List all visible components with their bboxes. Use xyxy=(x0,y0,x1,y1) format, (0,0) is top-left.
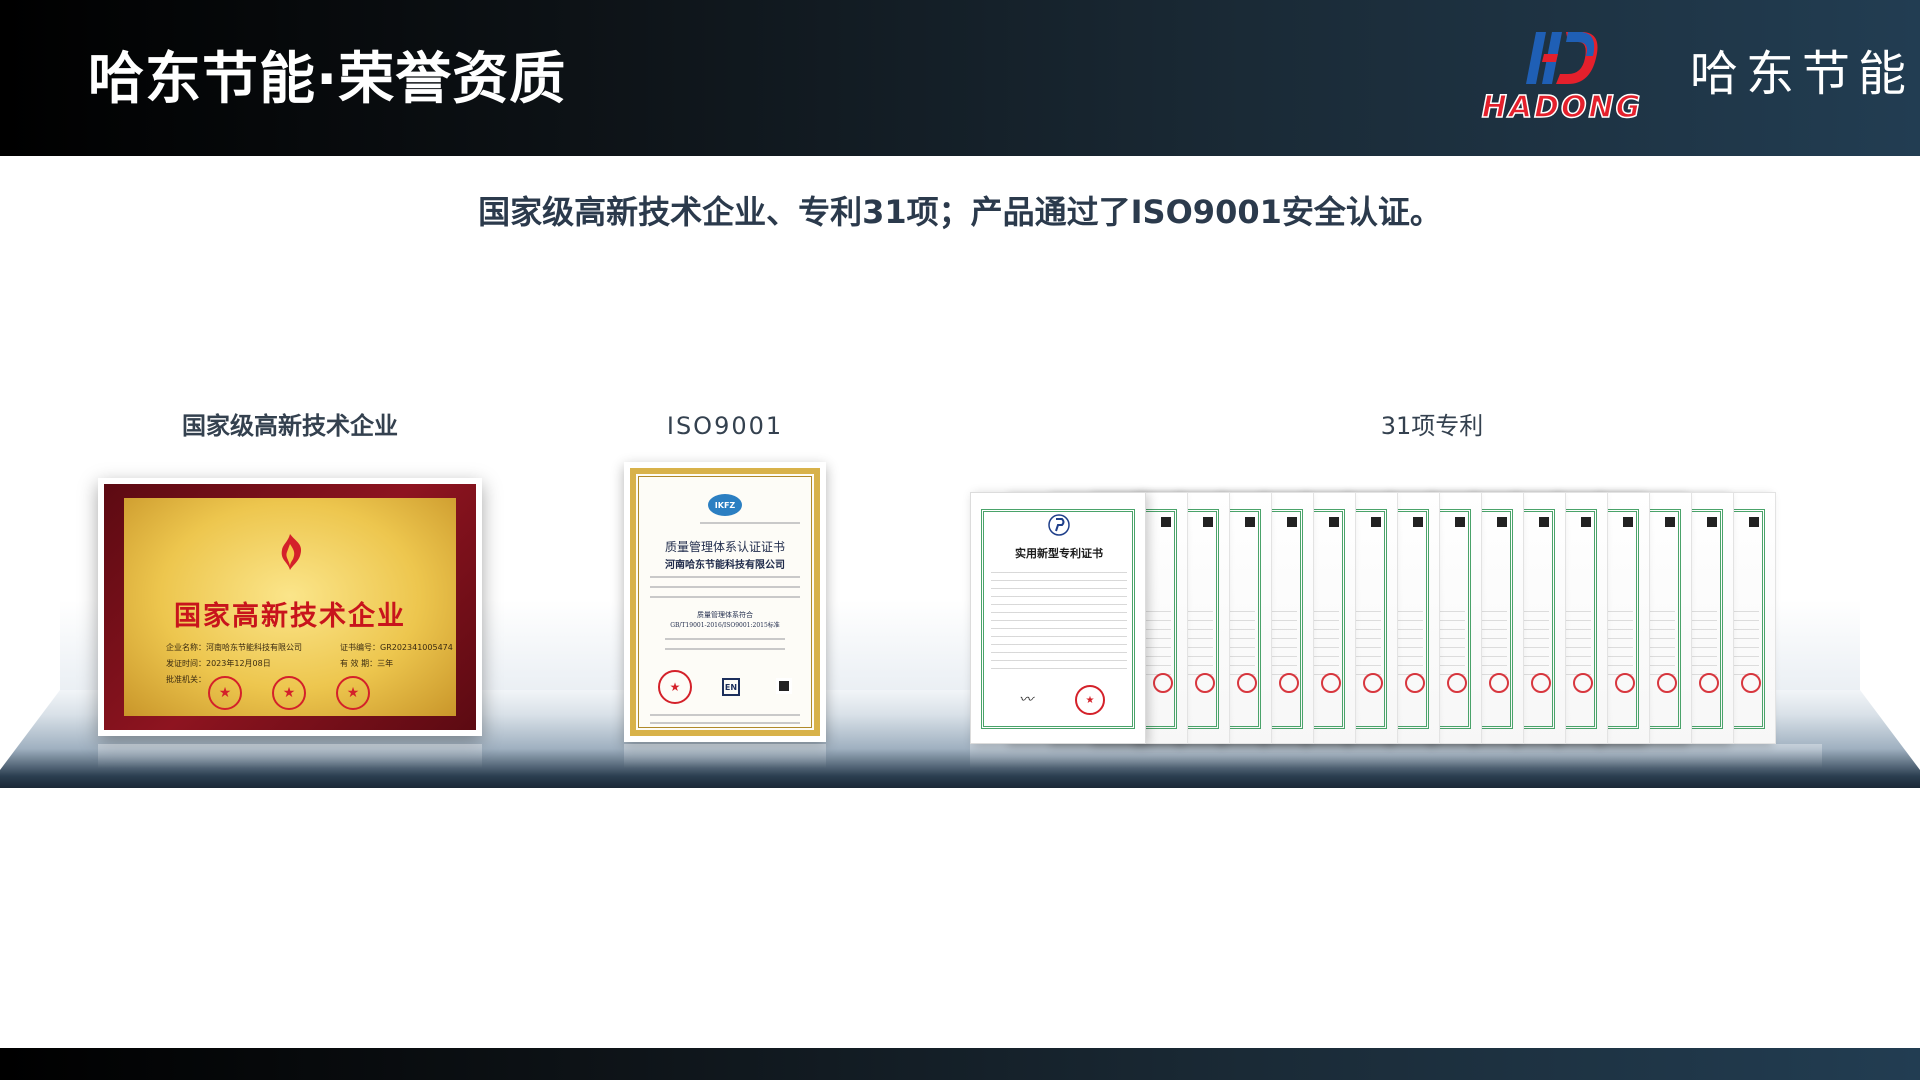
qr-code-icon xyxy=(1621,515,1635,529)
iso-standard: GB/T19001-2016/ISO9001:2015标准 xyxy=(670,622,780,629)
seal-icon xyxy=(1405,673,1425,693)
iso-line xyxy=(665,638,785,640)
iso-border: IKFZ 质量管理体系认证证书 河南哈东节能科技有限公司 质量管理体系符合 GB… xyxy=(630,468,820,736)
seal-icon xyxy=(1153,673,1173,693)
patent-text-lines xyxy=(991,565,1127,675)
qr-code-icon xyxy=(1327,515,1341,529)
qr-code-icon xyxy=(1369,515,1383,529)
plaque-cert-no: 证书编号：GR202341005474 xyxy=(340,643,453,652)
hadong-logo-icon xyxy=(1526,32,1598,84)
high-tech-plaque: 国家高新技术企业 企业名称：河南哈东节能科技有限公司 证书编号：GR202341… xyxy=(98,478,482,736)
plaque-title: 国家高新技术企业 xyxy=(174,601,406,632)
plaque-gold-panel: 国家高新技术企业 企业名称：河南哈东节能科技有限公司 证书编号：GR202341… xyxy=(124,498,456,716)
label-patents: 31项专利 xyxy=(1380,412,1484,440)
seal-icon: ★ xyxy=(1075,685,1105,715)
label-iso9001: ISO9001 xyxy=(666,412,784,440)
seal-icon xyxy=(1531,673,1551,693)
patent-stack: 实用新型专利证书 〰 ★ xyxy=(970,492,1822,744)
seal-icon xyxy=(1657,673,1677,693)
plaque-company: 企业名称：河南哈东节能科技有限公司 xyxy=(166,643,302,652)
iso-badge-icon: IKFZ xyxy=(708,494,742,516)
seal-icon xyxy=(1447,673,1467,693)
iso-company: 河南哈东节能科技有限公司 xyxy=(665,560,785,571)
qr-code-icon xyxy=(1495,515,1509,529)
qr-code-icon xyxy=(1537,515,1551,529)
logo-text: HADONG xyxy=(1481,89,1643,126)
seal-icon xyxy=(1741,673,1761,693)
patent-certificate-front: 实用新型专利证书 〰 ★ xyxy=(970,492,1146,744)
page-title: 哈东节能·荣誉资质 xyxy=(88,47,567,112)
seal-icon xyxy=(1279,673,1299,693)
qr-code-icon xyxy=(1159,515,1173,529)
cnas-mark-icon: EN xyxy=(722,678,740,696)
plaque-frame: 国家高新技术企业 企业名称：河南哈东节能科技有限公司 证书编号：GR202341… xyxy=(104,484,476,730)
qr-code-icon xyxy=(1705,515,1719,529)
seal-icon xyxy=(1615,673,1635,693)
hadong-logo: HADONG xyxy=(1462,30,1662,126)
seal-icon xyxy=(1363,673,1383,693)
seal-icon xyxy=(1237,673,1257,693)
seal-icon xyxy=(1195,673,1215,693)
iso-reflection xyxy=(624,744,826,768)
qr-code-icon xyxy=(1411,515,1425,529)
iso-line xyxy=(650,586,800,588)
qr-code-icon xyxy=(1285,515,1299,529)
plaque-reflection xyxy=(98,744,482,768)
header-bar: 哈东节能·荣誉资质 HADONG 哈东节能 xyxy=(0,0,1920,156)
label-high-tech: 国家级高新技术企业 xyxy=(182,412,398,440)
plaque-issue-date: 发证时间：2023年12月08日 xyxy=(166,659,271,668)
patent-signature: 〰 xyxy=(1019,692,1033,708)
seal-icon xyxy=(1699,673,1719,693)
qr-code-icon xyxy=(1453,515,1467,529)
qr-code-icon xyxy=(1579,515,1593,529)
iso-standard-title: 质量管理体系符合 xyxy=(697,611,753,619)
iso-line xyxy=(665,648,785,650)
seal-icon: ★ xyxy=(272,676,306,710)
seal-icon xyxy=(1573,673,1593,693)
iso-line xyxy=(650,596,800,598)
torch-emblem-icon xyxy=(281,534,302,570)
seal-icon: ★ xyxy=(336,676,370,710)
plaque-validity: 有 效 期：三年 xyxy=(340,659,394,668)
qr-code-icon xyxy=(1243,515,1257,529)
patents-reflection xyxy=(970,744,1822,768)
iso-line xyxy=(700,522,800,524)
seal-icon: ★ xyxy=(208,676,242,710)
plaque-authority: 批准机关： xyxy=(166,675,206,684)
iso9001-certificate: IKFZ 质量管理体系认证证书 河南哈东节能科技有限公司 质量管理体系符合 GB… xyxy=(624,462,826,742)
subtitle: 国家级高新技术企业、专利31项；产品通过了ISO9001安全认证。 xyxy=(478,193,1442,231)
patent-title: 实用新型专利证书 xyxy=(1015,547,1103,560)
seal-icon: ★ xyxy=(658,670,692,704)
iso-title: 质量管理体系认证证书 xyxy=(664,540,785,554)
seal-icon xyxy=(1321,673,1341,693)
qr-code-icon xyxy=(1747,515,1761,529)
brand-name-cn: 哈东节能 xyxy=(1690,46,1915,102)
patent-office-logo-icon xyxy=(1048,514,1070,536)
iso-line xyxy=(650,576,800,578)
qr-code-icon xyxy=(1201,515,1215,529)
seal-icon xyxy=(1489,673,1509,693)
qr-code-icon xyxy=(776,678,792,694)
qr-code-icon xyxy=(1663,515,1677,529)
iso-line xyxy=(650,714,800,716)
iso-line xyxy=(650,722,800,724)
footer-bar xyxy=(0,1048,1920,1080)
